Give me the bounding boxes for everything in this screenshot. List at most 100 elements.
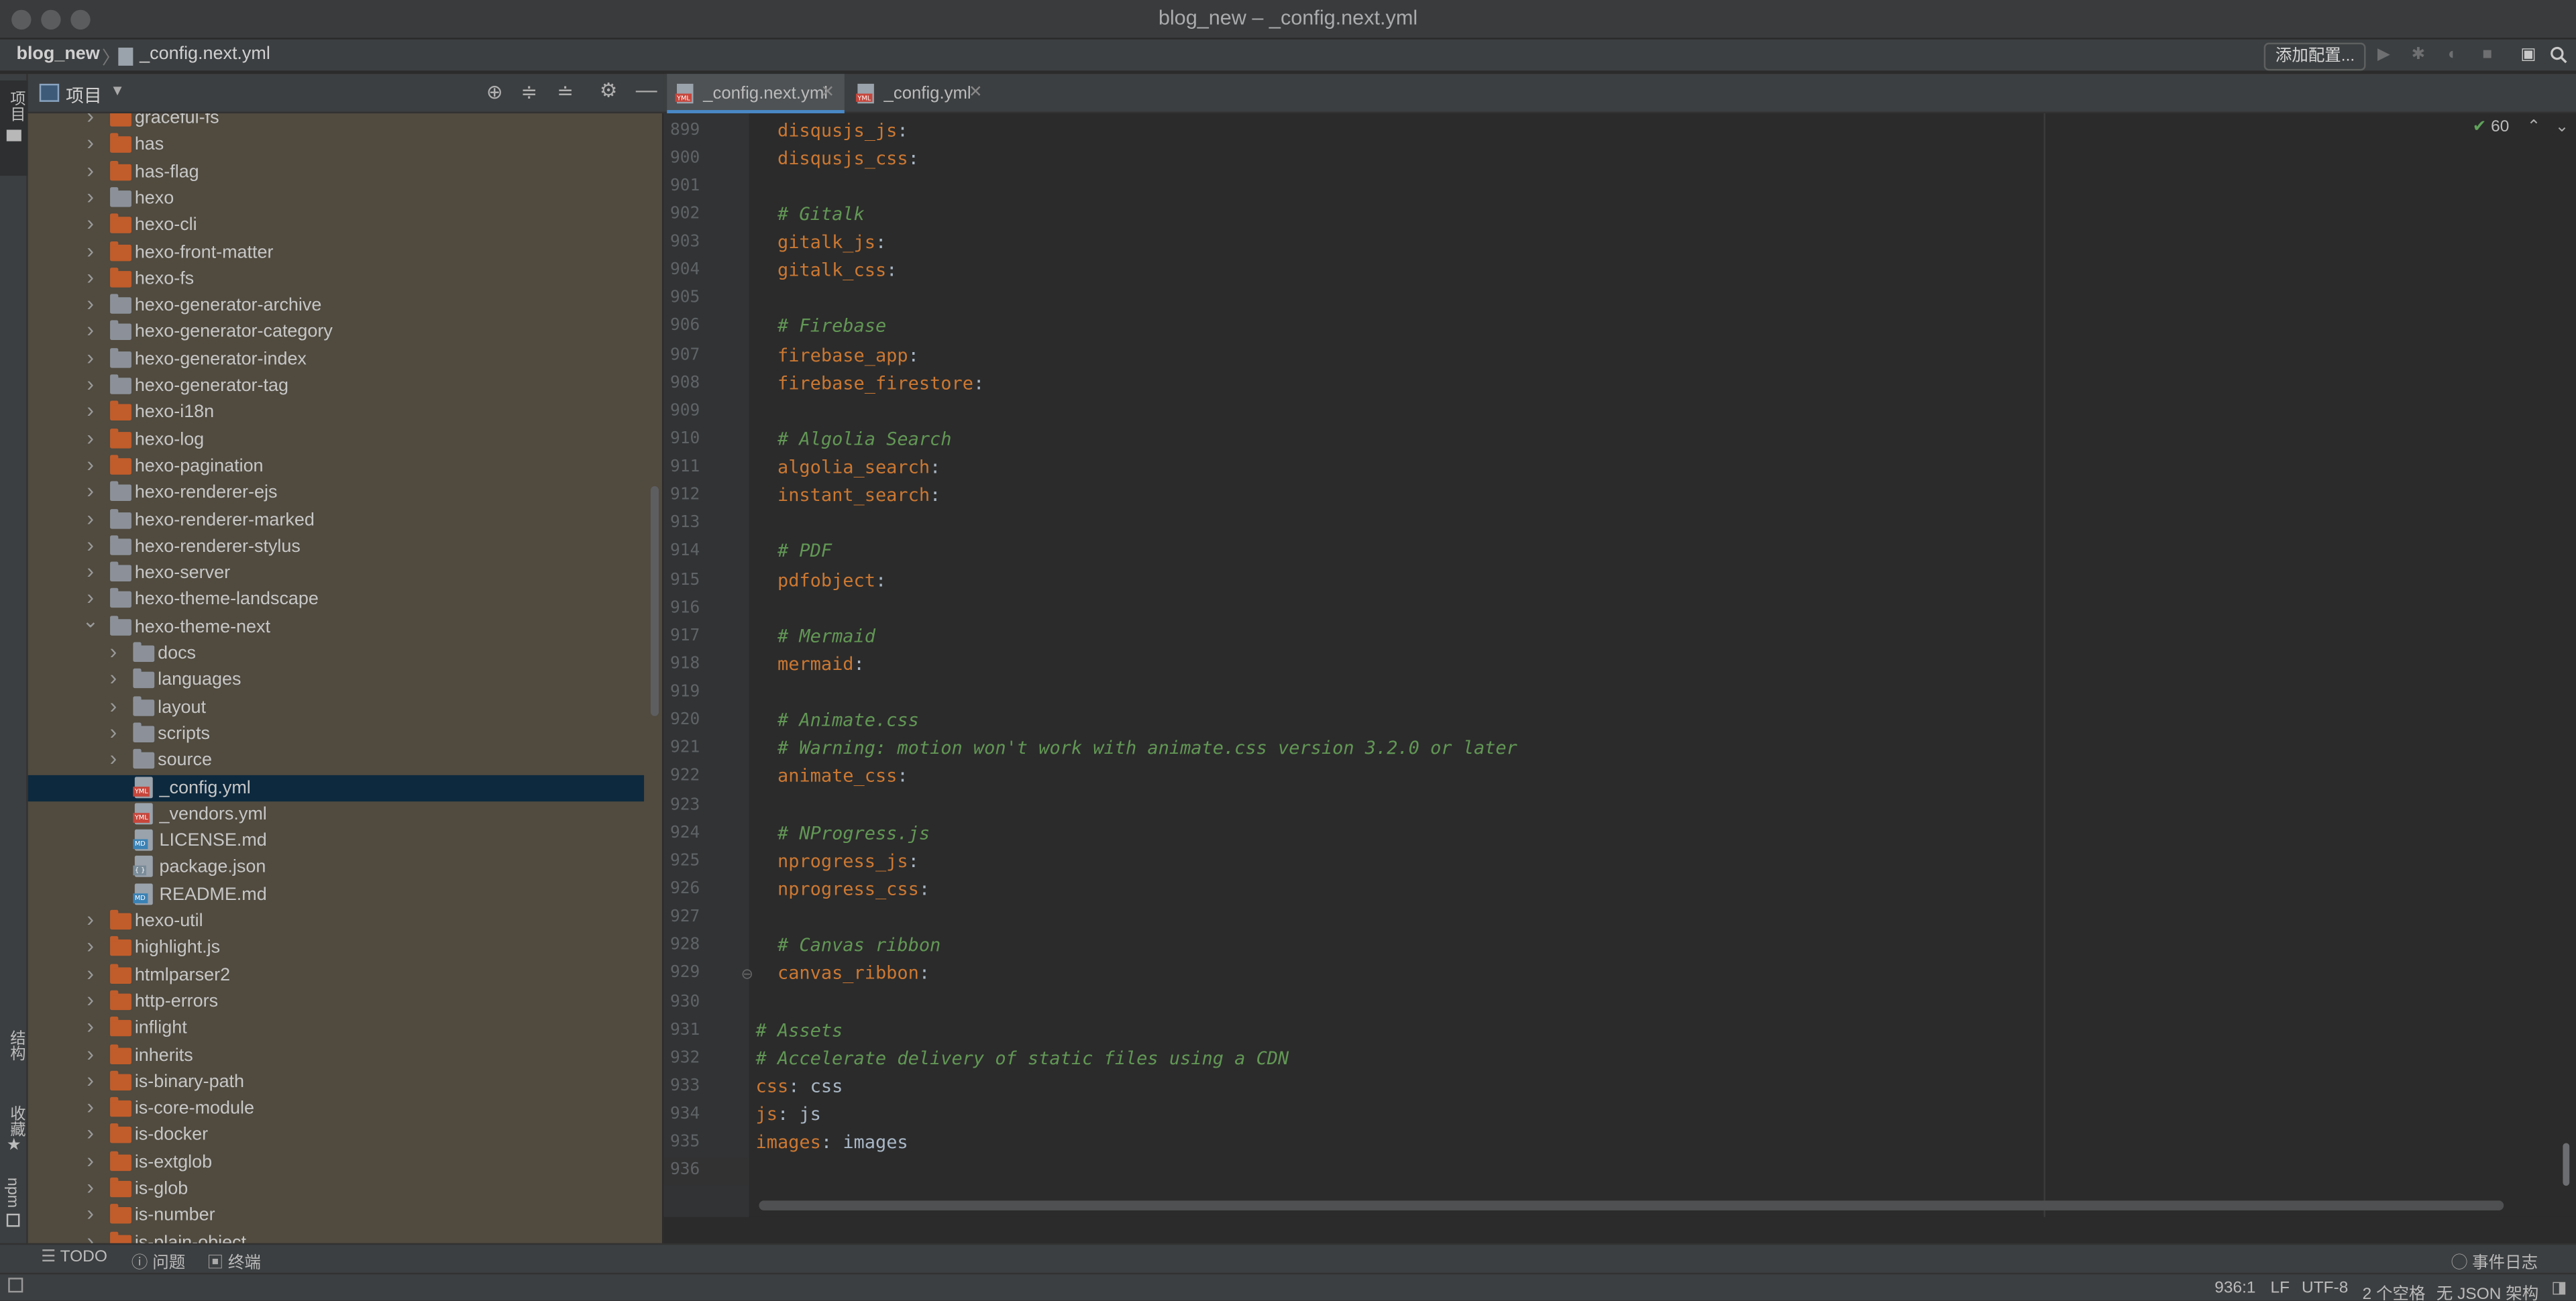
project-tool-tab[interactable]: 项目 [0,80,28,176]
tree-item[interactable]: › hexo-cli [28,211,644,239]
chevron-right-icon[interactable]: › [105,746,121,772]
tree-item[interactable]: › hexo-pagination [28,451,644,480]
event-log-button[interactable]: ◯ 事件日志 [2451,1248,2538,1273]
tree-item[interactable]: › inflight [28,1013,644,1042]
tree-item[interactable]: › hexo-renderer-marked [28,505,644,534]
tree-item[interactable]: › hexo-front-matter [28,237,644,266]
tab-config-next-yml[interactable]: YML _config.next.yml ✕ [667,74,845,113]
editor-vertical-scrollbar[interactable] [2563,1143,2570,1186]
tree-item[interactable]: › docs [28,639,644,667]
gear-icon[interactable]: ⚙ [600,79,617,102]
run-icon[interactable]: ▶ [2374,46,2394,66]
chevron-right-icon[interactable]: › [82,425,98,451]
json-schema[interactable]: 无 JSON 架构 [2436,1280,2538,1301]
terminal-tool-button[interactable]: ▣ 终端 [207,1248,261,1273]
collapse-all-icon[interactable]: ≐ [557,80,574,103]
tree-item[interactable]: › hexo-theme-landscape [28,585,644,614]
chevron-right-icon[interactable]: › [82,371,98,397]
tree-item[interactable]: › hexo-util [28,907,644,935]
tree-item[interactable]: MD README.md [28,881,644,908]
add-configuration-button[interactable]: 添加配置... [2263,42,2367,71]
tree-item[interactable]: › source [28,746,644,775]
search-icon[interactable] [2548,46,2567,66]
tree-item[interactable]: › is-number [28,1201,644,1229]
npm-tool-tab[interactable]: npm [3,1178,21,1208]
tree-item[interactable]: › is-binary-path [28,1067,644,1096]
tree-item[interactable]: › is-plain-object [28,1228,644,1243]
tree-item[interactable]: › http-errors [28,987,644,1015]
tree-item[interactable]: › hexo-renderer-stylus [28,532,644,560]
tree-item[interactable]: › is-extglob [28,1147,644,1176]
todo-tool-button[interactable]: ☰ TODO [41,1248,107,1266]
tree-item[interactable]: › has [28,130,644,159]
notifications-icon[interactable]: ◨ [2551,1280,2567,1298]
project-tree-scrollbar[interactable] [650,486,659,716]
hide-panel-icon[interactable]: — [636,77,657,102]
tree-item[interactable]: › languages [28,666,644,694]
favorites-tool-tab[interactable]: 收藏 [3,1105,26,1137]
chevron-right-icon[interactable]: › [82,907,98,933]
editor-horizontal-scrollbar[interactable] [759,1200,2504,1210]
chevron-right-icon[interactable]: › [105,719,121,745]
tree-item[interactable]: YML _config.yml [28,774,645,801]
chevron-right-icon[interactable]: › [82,130,98,156]
tree-item[interactable]: › hexo-generator-tag [28,371,644,400]
problems-tool-button[interactable]: ⓘ 问题 [131,1248,185,1273]
chevron-right-icon[interactable]: › [82,1013,98,1039]
breadcrumb-project[interactable]: blog_new [16,44,99,64]
structure-tool-tab[interactable]: 结构 [3,1030,26,1062]
tree-item[interactable]: › is-core-module [28,1094,644,1123]
tree-item[interactable]: › hexo-server [28,559,644,587]
chevron-right-icon[interactable]: › [105,666,121,692]
chevron-right-icon[interactable]: › [82,318,98,344]
tree-item[interactable]: › inherits [28,1040,644,1069]
fold-icon[interactable]: ⊖ [741,966,753,984]
code-editor[interactable]: disqusjs_js: disqusjs_css: # Gitalk gita… [749,113,2576,1217]
inspection-widget[interactable]: ✔ 60 ⌃ ⌄ [2473,118,2569,136]
tree-item[interactable]: ⌄ hexo-theme-next [28,609,644,640]
debug-icon[interactable]: ✱ [2408,46,2428,66]
chevron-right-icon[interactable]: › [82,960,98,986]
expand-all-icon[interactable]: ≑ [521,80,537,103]
chevron-right-icon[interactable]: › [82,237,98,264]
tree-item[interactable]: { } package.json [28,854,644,881]
file-encoding[interactable]: UTF-8 [2302,1280,2348,1298]
tree-item[interactable]: › hexo-renderer-ejs [28,478,644,507]
chevron-right-icon[interactable]: › [82,211,98,237]
tree-item[interactable]: YML _vendors.yml [28,801,644,828]
chevron-right-icon[interactable]: › [105,692,121,718]
chevron-right-icon[interactable]: › [82,1201,98,1227]
tree-item[interactable]: › hexo-fs [28,264,644,292]
chevron-right-icon[interactable]: › [105,639,121,665]
close-icon[interactable]: ✕ [821,74,835,113]
tree-item[interactable]: › hexo-generator-index [28,345,644,373]
chevron-right-icon[interactable]: › [82,1174,98,1200]
chevron-right-icon[interactable]: › [82,1094,98,1120]
caret-position[interactable]: 936:1 [2214,1280,2255,1298]
tree-item[interactable]: › layout [28,692,644,721]
chevron-down-icon[interactable]: ▼ [110,82,125,98]
chevron-right-icon[interactable]: › [82,398,98,424]
chevron-right-icon[interactable]: › [82,1040,98,1066]
tree-item[interactable]: › graceful-fs [28,113,644,132]
chevron-right-icon[interactable]: › [82,934,98,960]
chevron-right-icon[interactable]: › [82,1121,98,1147]
chevron-right-icon[interactable]: › [82,345,98,371]
chevron-right-icon[interactable]: › [82,1067,98,1093]
tree-item[interactable]: › hexo-i18n [28,398,644,427]
chevron-right-icon[interactable]: › [82,113,98,129]
close-icon[interactable]: ✕ [969,74,983,113]
tree-item[interactable]: › highlight.js [28,934,644,962]
locate-file-icon[interactable]: ⊕ [486,80,503,103]
chevron-right-icon[interactable]: › [82,1147,98,1174]
tree-item[interactable]: › hexo-generator-archive [28,291,644,319]
toggle-tool-windows-icon[interactable] [8,1278,23,1293]
chevron-right-icon[interactable]: › [82,184,98,210]
tree-item[interactable]: › has-flag [28,157,644,186]
tree-item[interactable]: › htmlparser2 [28,960,644,988]
project-panel-title[interactable]: 项目 [66,82,102,108]
chevron-down-icon[interactable]: ⌄ [82,607,99,633]
tree-item[interactable]: › hexo [28,184,644,212]
tree-item[interactable]: › hexo-log [28,425,644,453]
coverage-icon[interactable]: ◐ [2443,46,2463,66]
